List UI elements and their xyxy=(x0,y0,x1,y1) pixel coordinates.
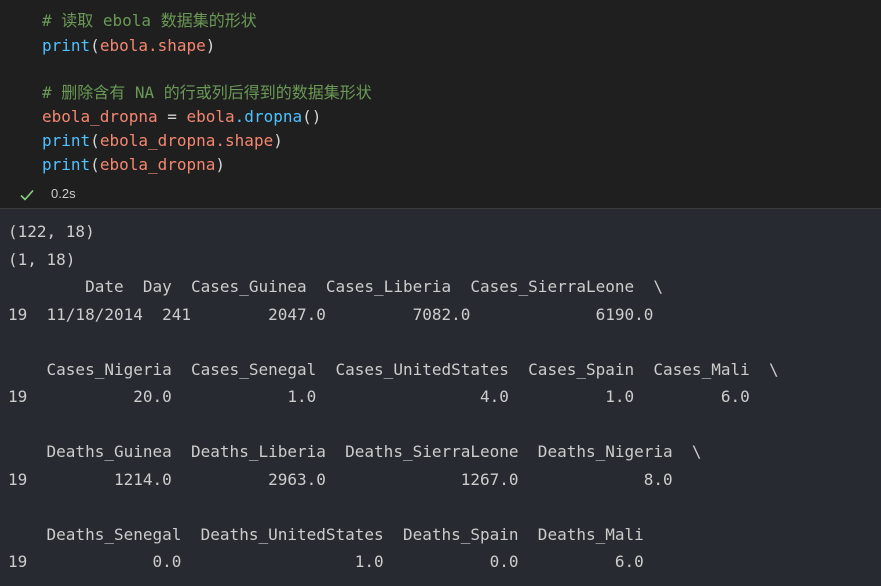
code-line: print(ebola_dropna.shape) xyxy=(42,131,283,150)
code-line: ebola_dropna = ebola.dropna() xyxy=(42,105,321,129)
output-line: Deaths_Senegal Deaths_UnitedStates Death… xyxy=(8,525,644,544)
output-line: Date Day Cases_Guinea Cases_Liberia Case… xyxy=(8,277,664,296)
output-line: Deaths_Guinea Deaths_Liberia Deaths_Sier… xyxy=(8,442,702,461)
execution-time: 0.2s xyxy=(51,186,76,201)
code-token-method: .dropna xyxy=(234,107,303,126)
code-token-operator: = xyxy=(157,107,187,126)
code-token-function: print xyxy=(42,155,91,174)
output-line: 19 0.0 1.0 0.0 6.0 xyxy=(8,552,644,571)
code-token-variable: ebola_dropna xyxy=(99,155,216,174)
code-token-attribute: .shape xyxy=(147,36,206,55)
code-line: print(ebola_dropna) xyxy=(42,155,226,174)
output-line: (122, 18) xyxy=(8,222,95,241)
output-line: Cases_Nigeria Cases_Senegal Cases_United… xyxy=(8,360,779,379)
code-token-parens: () xyxy=(302,107,322,126)
code-token-variable: ebola xyxy=(186,107,235,126)
output-line: 19 20.0 1.0 4.0 1.0 6.0 xyxy=(8,387,750,406)
code-token-variable: ebola xyxy=(99,36,148,55)
code-line: print(ebola.shape) xyxy=(42,36,216,55)
code-comment: # 删除含有 NA 的行或列后得到的数据集形状 xyxy=(42,83,372,102)
code-cell-output: (122, 18) (1, 18) Date Day Cases_Guinea … xyxy=(0,209,881,586)
output-line: 19 1214.0 2963.0 1267.0 8.0 xyxy=(8,470,673,489)
cell-status-bar: 0.2s xyxy=(0,181,881,208)
check-icon xyxy=(20,189,34,201)
code-token-function: print xyxy=(42,131,91,150)
code-comment: # 读取 ebola 数据集的形状 xyxy=(42,11,257,30)
code-token-function: print xyxy=(42,36,91,55)
code-token-variable: ebola_dropna xyxy=(42,107,158,126)
output-line: 19 11/18/2014 241 2047.0 7082.0 6190.0 xyxy=(8,305,654,324)
code-cell-input[interactable]: # 读取 ebola 数据集的形状 print(ebola.shape) # 删… xyxy=(0,0,881,208)
output-line: (1, 18) xyxy=(8,250,76,269)
code-token-attribute: .shape xyxy=(215,131,274,150)
code-token-variable: ebola_dropna xyxy=(99,131,216,150)
